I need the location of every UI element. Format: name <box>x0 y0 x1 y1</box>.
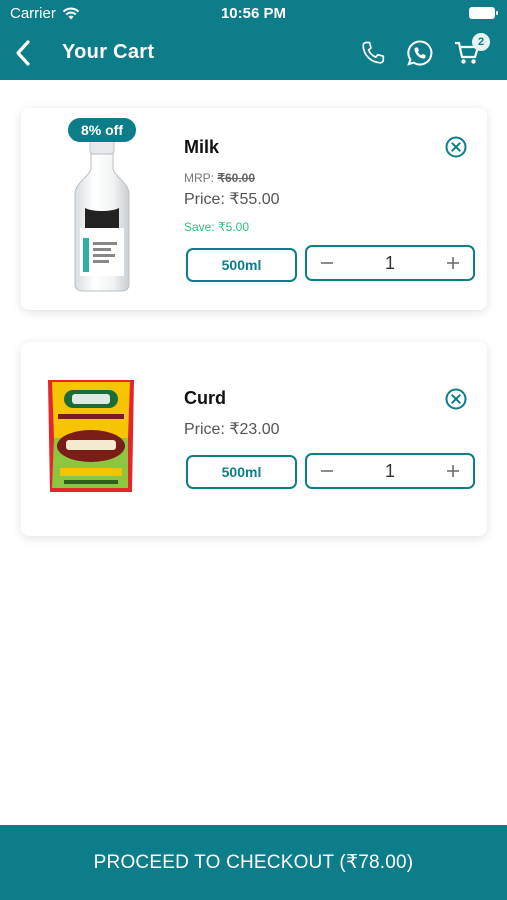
quantity-stepper: 1 <box>305 245 475 281</box>
battery-icon <box>469 7 498 19</box>
increment-button[interactable] <box>433 247 473 279</box>
savings-text: Save: ₹5.00 <box>184 220 250 234</box>
remove-item-button[interactable] <box>444 135 468 159</box>
curd-pouch-image <box>48 380 134 492</box>
quantity-stepper: 1 <box>305 453 475 489</box>
product-name: Curd <box>184 388 226 408</box>
cart-button[interactable]: 2 <box>452 33 490 68</box>
top-bar: Carrier 10:56 PM Your Cart 2 <box>0 0 507 80</box>
plus-icon <box>447 257 459 269</box>
whatsapp-button[interactable] <box>405 38 435 68</box>
product-name: Milk <box>184 137 220 157</box>
mrp-label: MRP: <box>184 171 218 185</box>
quantity-value: 1 <box>384 252 395 273</box>
decrement-button[interactable] <box>307 455 347 487</box>
chevron-left-icon <box>16 40 30 66</box>
cart-item-card: Curd Price: ₹23.00 500ml 1 <box>21 342 487 536</box>
phone-icon <box>362 41 385 64</box>
decrement-button[interactable] <box>307 247 347 279</box>
product-price: Price: ₹23.00 <box>184 421 280 438</box>
whatsapp-icon <box>407 40 433 66</box>
discount-badge: 8% off <box>68 118 136 142</box>
mrp-value: ₹60.00 <box>217 171 256 185</box>
call-button[interactable] <box>358 38 388 68</box>
mrp: MRP: ₹60.00 <box>184 171 255 185</box>
back-button[interactable] <box>8 36 38 70</box>
product-price: Price: ₹55.00 <box>184 191 280 208</box>
minus-icon <box>321 262 333 264</box>
quantity-value: 1 <box>384 460 395 481</box>
header: Your Cart 2 <box>0 28 507 80</box>
page-title: Your Cart <box>62 41 155 63</box>
cart-item-card: 8% off Milk MRP: ₹60.00 Price: ₹55.00 Sa… <box>21 108 487 310</box>
size-selector-button[interactable]: 500ml <box>186 455 297 489</box>
remove-item-button[interactable] <box>444 387 468 411</box>
status-time: 10:56 PM <box>220 5 287 22</box>
milk-bottle-image <box>74 139 130 292</box>
plus-icon <box>447 465 459 477</box>
minus-icon <box>321 470 333 472</box>
increment-button[interactable] <box>433 455 473 487</box>
proceed-to-checkout-button[interactable]: PROCEED TO CHECKOUT (₹78.00) <box>0 825 507 900</box>
cart-count-badge: 2 <box>472 33 490 51</box>
status-bar: Carrier 10:56 PM <box>0 0 507 28</box>
size-selector-button[interactable]: 500ml <box>186 248 297 282</box>
